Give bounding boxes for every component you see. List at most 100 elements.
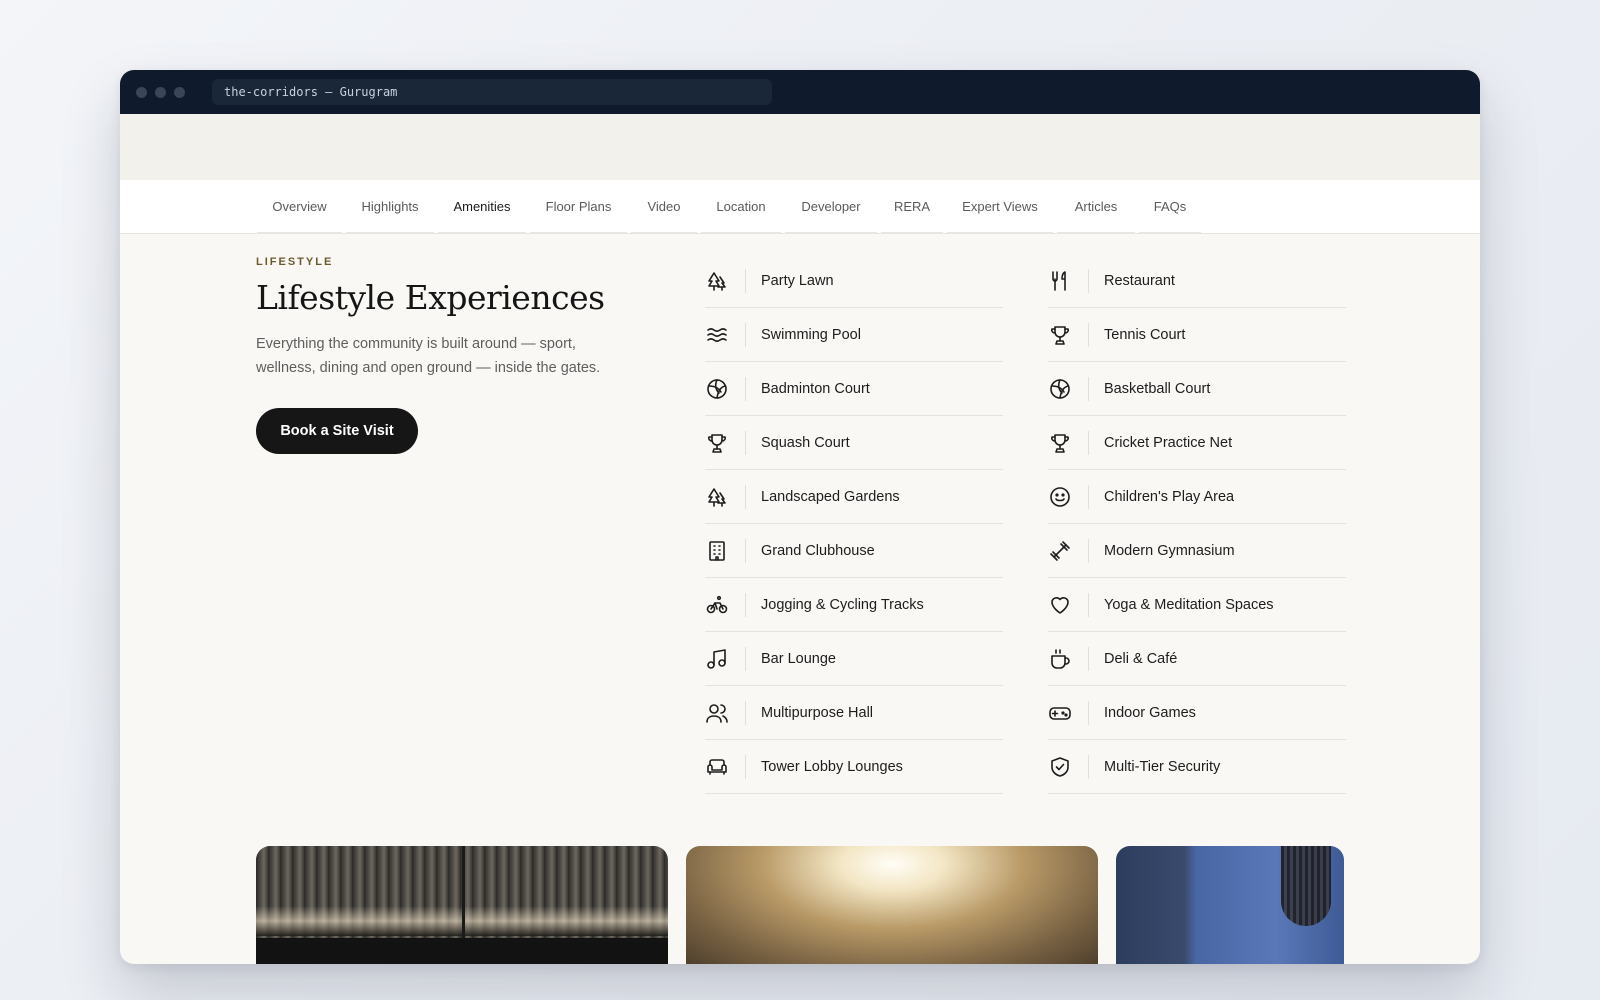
page-banner [120,114,1480,180]
divider [745,647,746,671]
amenity-item: Basketball Court [1048,362,1346,416]
amenity-item: Landscaped Gardens [705,470,1003,524]
amenity-item: Deli & Café [1048,632,1346,686]
tab-expert-views[interactable]: Expert Views [947,180,1053,234]
amenity-label: Grand Clubhouse [761,543,875,559]
amenities-section: LIFESTYLE Lifestyle Experiences Everythi… [120,234,1480,964]
trophy-icon [705,431,729,455]
divider [745,701,746,725]
amenity-label: Modern Gymnasium [1104,543,1235,559]
title-bar: the-corridors — Gurugram [120,70,1480,114]
heart-icon [1048,593,1072,617]
tab-articles[interactable]: Articles [1057,180,1135,234]
divider [745,323,746,347]
tab-floor-plans[interactable]: Floor Plans [530,180,627,234]
trophy-icon [1048,323,1072,347]
amenity-item: Tower Lobby Lounges [705,740,1003,794]
amenity-item: Yoga & Meditation Spaces [1048,578,1346,632]
divider [745,755,746,779]
divider [745,431,746,455]
divider [1088,539,1089,563]
amenity-item: Squash Court [705,416,1003,470]
tab-location[interactable]: Location [701,180,781,234]
address-bar[interactable]: the-corridors — Gurugram [212,79,772,105]
tab-rera[interactable]: RERA [881,180,943,234]
utensils-icon [1048,269,1072,293]
amenity-item: Children's Play Area [1048,470,1346,524]
maximize-window-button[interactable] [174,87,185,98]
divider [745,539,746,563]
amenity-item: Modern Gymnasium [1048,524,1346,578]
ball-icon [705,377,729,401]
divider [1088,377,1089,401]
amenity-label: Tower Lobby Lounges [761,759,903,775]
amenity-label: Badminton Court [761,381,870,397]
building-icon [705,539,729,563]
amenity-item: Party Lawn [705,254,1003,308]
amenity-label: Tennis Court [1104,327,1186,343]
tab-amenities[interactable]: Amenities [438,180,526,234]
amenity-item: Swimming Pool [705,308,1003,362]
amenity-label: Restaurant [1104,273,1175,289]
gallery-photo-lobby[interactable] [256,846,668,964]
close-window-button[interactable] [136,87,147,98]
tab-video[interactable]: Video [631,180,697,234]
tab-overview[interactable]: Overview [257,180,342,234]
divider [1088,593,1089,617]
coffee-icon [1048,647,1072,671]
amenity-label: Bar Lounge [761,651,836,667]
tab-highlights[interactable]: Highlights [346,180,434,234]
tab-faqs[interactable]: FAQs [1139,180,1201,234]
amenity-item: Multipurpose Hall [705,686,1003,740]
waves-icon [705,323,729,347]
dumbbell-icon [1048,539,1072,563]
divider [1088,269,1089,293]
smile-icon [1048,485,1072,509]
amenity-label: Landscaped Gardens [761,489,900,505]
gallery-photo-ceiling[interactable] [686,846,1098,964]
section-title: Lifestyle Experiences [256,278,605,317]
amenity-label: Cricket Practice Net [1104,435,1233,451]
amenity-item: Restaurant [1048,254,1346,308]
divider [1088,755,1089,779]
divider [745,485,746,509]
sofa-icon [705,755,729,779]
amenity-item: Cricket Practice Net [1048,416,1346,470]
amenity-label: Basketball Court [1104,381,1211,397]
divider [745,593,746,617]
divider [1088,647,1089,671]
amenity-label: Party Lawn [761,273,834,289]
minimize-window-button[interactable] [155,87,166,98]
bike-icon [705,593,729,617]
music-icon [705,647,729,671]
trees-icon [705,485,729,509]
amenity-item: Jogging & Cycling Tracks [705,578,1003,632]
section-eyebrow: LIFESTYLE [256,256,334,268]
gallery-photo-interior[interactable] [1116,846,1344,964]
divider [745,377,746,401]
amenity-label: Yoga & Meditation Spaces [1104,597,1274,613]
shield-icon [1048,755,1072,779]
trees-icon [705,269,729,293]
amenity-item: Grand Clubhouse [705,524,1003,578]
tab-developer[interactable]: Developer [785,180,877,234]
divider [1088,323,1089,347]
gamepad-icon [1048,701,1072,725]
amenity-item: Multi-Tier Security [1048,740,1346,794]
section-description: Everything the community is built around… [256,336,601,376]
amenity-item: Tennis Court [1048,308,1346,362]
amenity-label: Deli & Café [1104,651,1178,667]
amenity-item: Bar Lounge [705,632,1003,686]
amenity-label: Swimming Pool [761,327,861,343]
amenity-item: Indoor Games [1048,686,1346,740]
amenity-label: Multipurpose Hall [761,705,874,721]
trophy-icon [1048,431,1072,455]
amenity-label: Squash Court [761,435,850,451]
divider [1088,485,1089,509]
divider [1088,701,1089,725]
ball-icon [1048,377,1072,401]
users-icon [705,701,729,725]
book-site-visit-button[interactable]: Book a Site Visit [256,408,418,454]
browser-window: the-corridors — Gurugram Overview Highli… [120,70,1480,964]
amenity-label: Indoor Games [1104,705,1196,721]
